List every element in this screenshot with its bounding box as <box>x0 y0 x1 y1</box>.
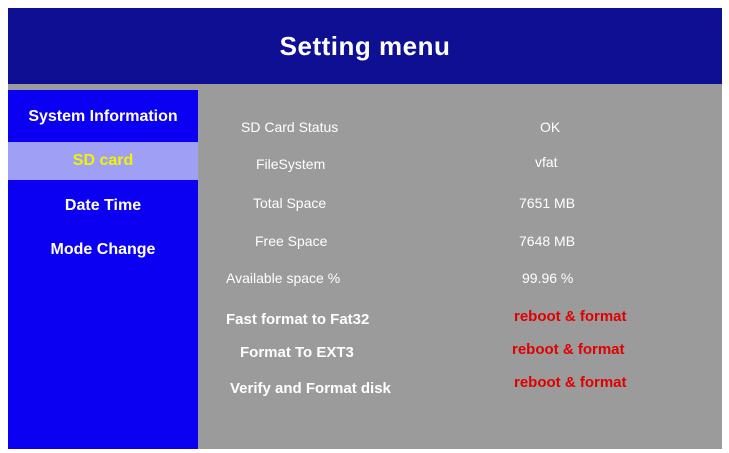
fast-format-fat32-button[interactable]: reboot & format <box>514 308 627 325</box>
free-space-value: 7648 MB <box>519 233 576 249</box>
header-bar: Setting menu <box>8 8 722 84</box>
available-space-label: Available space % <box>226 270 341 286</box>
format-ext3-button[interactable]: reboot & format <box>512 341 625 358</box>
verify-format-disk-button[interactable]: reboot & format <box>514 374 627 391</box>
sidebar-item-system-information[interactable]: System Information <box>8 98 198 136</box>
sidebar: System Information SD card Date Time Mod… <box>8 90 198 449</box>
total-space-label: Total Space <box>253 195 327 211</box>
sd-card-status-value: OK <box>540 119 561 135</box>
sidebar-item-date-time[interactable]: Date Time <box>8 187 198 225</box>
sidebar-item-label: System Information <box>28 108 178 125</box>
sidebar-item-mode-change[interactable]: Mode Change <box>8 231 198 269</box>
verify-format-disk-label: Verify and Format disk <box>230 380 391 397</box>
total-space-value: 7651 MB <box>519 195 576 211</box>
available-space-value: 99.96 % <box>522 270 574 286</box>
fast-format-fat32-label: Fast format to Fat32 <box>226 311 370 328</box>
page-title: Setting menu <box>279 30 451 61</box>
sidebar-item-label: Date Time <box>64 197 142 214</box>
filesystem-value: vfat <box>535 154 558 170</box>
settings-screen: Setting menu System Information SD card … <box>8 8 722 449</box>
sidebar-item-label: SD card <box>72 152 134 169</box>
sidebar-item-sd-card[interactable]: SD card <box>8 142 198 180</box>
sidebar-item-label: Mode Change <box>50 241 156 258</box>
format-ext3-label: Format To EXT3 <box>240 344 354 361</box>
filesystem-label: FileSystem <box>256 156 326 172</box>
sd-card-status-label: SD Card Status <box>241 119 339 135</box>
free-space-label: Free Space <box>255 233 328 249</box>
